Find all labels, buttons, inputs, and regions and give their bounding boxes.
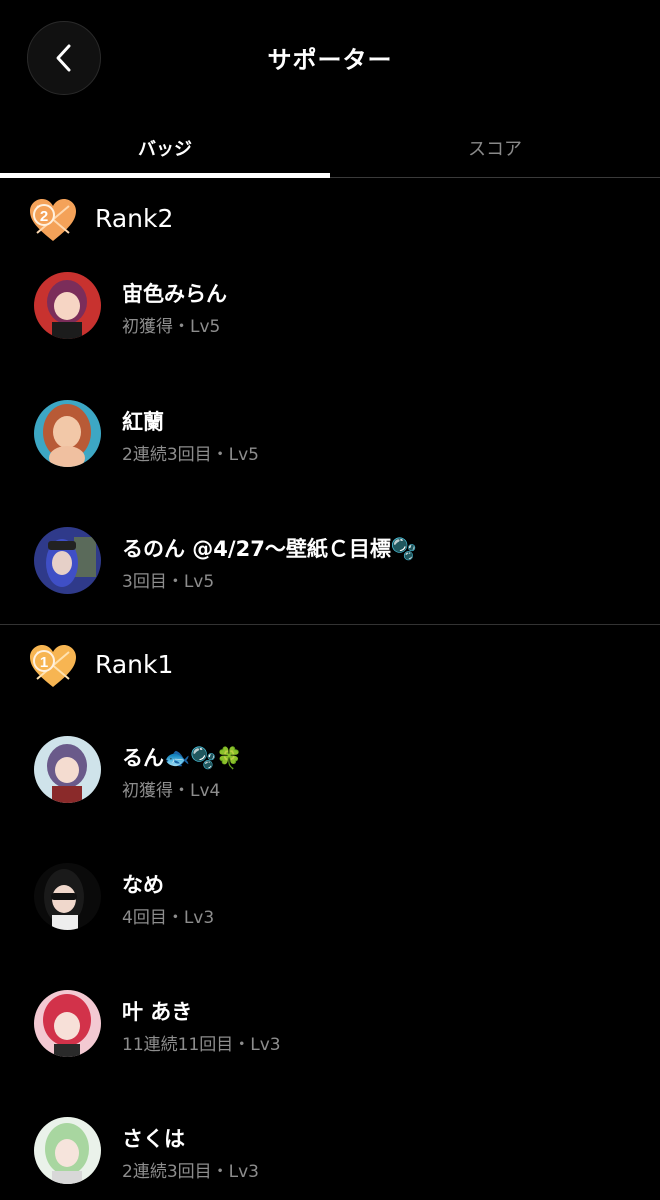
avatar — [34, 527, 101, 594]
supporter-meta: 3回目・Lv5 — [122, 572, 215, 592]
supporter-meta: 初獲得・Lv5 — [122, 317, 221, 337]
avatar — [34, 400, 101, 467]
page-title: サポーター — [267, 46, 393, 74]
section-divider — [0, 624, 660, 625]
supporter-meta: 4回目・Lv3 — [122, 908, 215, 928]
supporter-meta: 2連続3回目・Lv3 — [122, 1162, 259, 1182]
supporter-item[interactable]: 宙色みらん 初獲得・Lv5 — [0, 272, 660, 372]
rank-badge-number: 1 — [40, 654, 48, 671]
rank-header-rank2: 2 Rank2 — [0, 192, 660, 252]
tab-bar: バッジ スコア — [0, 118, 660, 178]
avatar — [34, 736, 101, 803]
supporter-name: なめ — [122, 873, 164, 897]
supporter-name: るん🐟🫧🍀 — [122, 746, 243, 770]
rank-label: Rank2 — [95, 204, 174, 233]
supporter-item[interactable]: 紅蘭 2連続3回目・Lv5 — [0, 400, 660, 500]
supporter-name: 叶 あき — [122, 1000, 193, 1024]
supporter-meta: 11連続11回目・Lv3 — [122, 1035, 281, 1055]
app-header: サポーター — [0, 0, 660, 118]
supporter-item[interactable]: さくは 2連続3回目・Lv3 — [0, 1117, 660, 1200]
avatar — [34, 1117, 101, 1184]
supporter-name: るのん @4/27〜壁紙Ｃ目標🫧 — [122, 537, 417, 561]
avatar — [34, 272, 101, 339]
avatar — [34, 863, 101, 930]
supporter-name: さくは — [122, 1127, 185, 1151]
supporter-item[interactable]: るのん @4/27〜壁紙Ｃ目標🫧 3回目・Lv5 — [0, 527, 660, 627]
rank-badge-number: 2 — [40, 208, 48, 225]
supporter-name: 宙色みらん — [122, 282, 227, 306]
tab-badges[interactable]: バッジ — [0, 118, 330, 178]
supporter-meta: 2連続3回目・Lv5 — [122, 445, 259, 465]
tab-score[interactable]: スコア — [330, 118, 660, 178]
supporter-name: 紅蘭 — [122, 410, 164, 434]
rank-header-rank1: 1 Rank1 — [0, 638, 660, 698]
rank-label: Rank1 — [95, 650, 174, 679]
supporter-item[interactable]: るん🐟🫧🍀 初獲得・Lv4 — [0, 736, 660, 836]
active-tab-indicator — [0, 173, 330, 178]
heart-badge-icon: 2 — [30, 199, 76, 241]
heart-badge-icon: 1 — [30, 645, 76, 687]
supporter-item[interactable]: なめ 4回目・Lv3 — [0, 863, 660, 963]
avatar — [34, 990, 101, 1057]
supporter-meta: 初獲得・Lv4 — [122, 781, 221, 801]
supporter-item[interactable]: 叶 あき 11連続11回目・Lv3 — [0, 990, 660, 1090]
